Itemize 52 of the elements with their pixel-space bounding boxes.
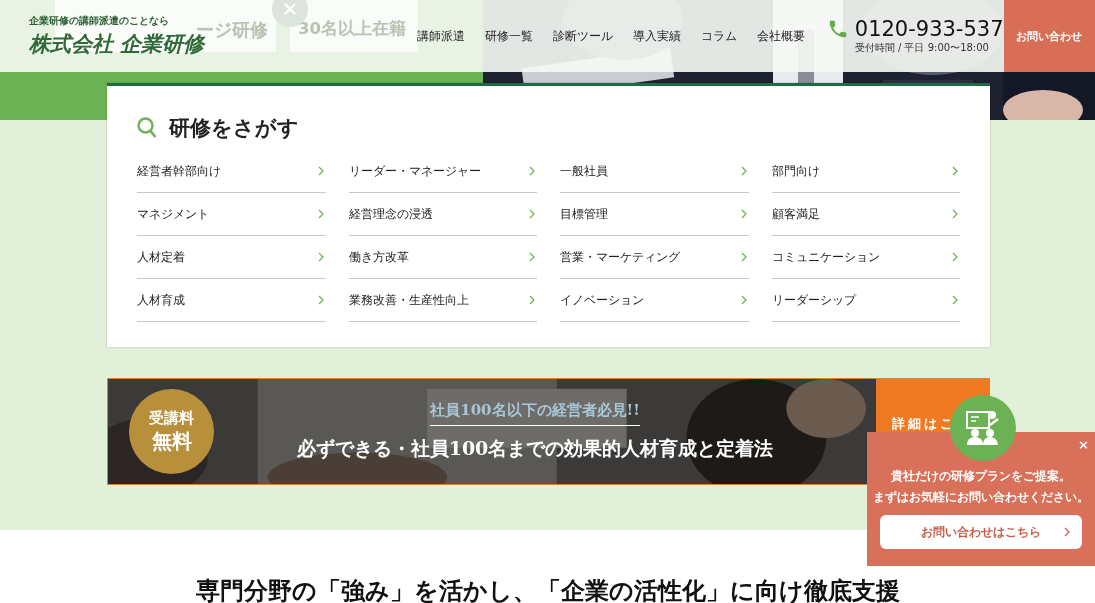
category-link[interactable]: 営業・マーケティング	[560, 236, 749, 279]
presentation-icon	[950, 395, 1016, 461]
chevron-icon	[952, 252, 958, 262]
chevron-icon	[317, 252, 324, 262]
popup-message: まずはお気軽にお問い合わせください。	[873, 489, 1089, 506]
chevron-icon	[529, 252, 535, 262]
chevron-icon	[740, 209, 747, 219]
chevron-icon	[952, 295, 958, 305]
chevron-icon	[529, 209, 535, 219]
banner-subtitle: 社員100名以下の経営者必見!!	[430, 401, 640, 426]
nav-link[interactable]: 診断ツール	[552, 28, 613, 44]
category-link[interactable]: マネジメント	[137, 193, 326, 236]
nav-link[interactable]: 講師派遣	[416, 28, 465, 44]
business-hours: 受付時間 / 平日 9:00〜18:00	[854, 41, 989, 55]
category-link[interactable]: 人材育成	[137, 279, 326, 322]
banner-title: 必ずできる・社員100名までの効果的人材育成と定着法	[296, 436, 774, 461]
chevron-icon	[1064, 527, 1070, 537]
nav-link[interactable]: 会社概要	[756, 28, 805, 44]
category-link[interactable]: リーダーシップ	[771, 279, 960, 322]
nav-link[interactable]: コラム	[700, 28, 737, 44]
category-link[interactable]: 目標管理	[560, 193, 749, 236]
category-link[interactable]: 業務改善・生産性向上	[348, 279, 537, 322]
category-link[interactable]: 経営理念の浸透	[348, 193, 537, 236]
category-link[interactable]: イノベーション	[560, 279, 749, 322]
chevron-icon	[529, 295, 535, 305]
category-link[interactable]: 経営者幹部向け	[137, 150, 326, 193]
category-link[interactable]: コミュニケーション	[771, 236, 960, 279]
section-heading: 専門分野の「強み」を活かし、「企業の活性化」に向け徹底支援	[195, 576, 900, 603]
popup-message: 貴社だけの研修プランをご提案。	[890, 468, 1072, 485]
nav-link[interactable]: 研修一覧	[484, 28, 533, 44]
chevron-icon	[952, 209, 958, 219]
tagline: 企業研修の講師派遣のことなら	[29, 14, 169, 28]
category-link[interactable]: 人材定着	[137, 236, 326, 279]
category-link[interactable]: リーダー・マネージャー	[348, 150, 537, 193]
chevron-icon	[740, 166, 747, 176]
search-icon	[137, 117, 157, 139]
section-title: 研修をさがす	[169, 115, 299, 142]
contact-button[interactable]: お問い合わせはこちら	[880, 515, 1082, 549]
chevron-icon	[317, 166, 324, 176]
hero-badge: 30名以上在籍	[290, 0, 418, 52]
phone-number: 0120-933-537	[854, 17, 1004, 41]
chevron-icon	[317, 209, 324, 219]
category-link[interactable]: 一般社員	[560, 150, 749, 193]
chevron-icon	[740, 252, 747, 262]
chevron-icon	[529, 166, 535, 176]
chevron-icon	[740, 295, 747, 305]
chevron-icon	[317, 295, 324, 305]
chevron-icon	[952, 166, 958, 176]
nav-link[interactable]: 導入実績	[632, 28, 681, 44]
category-link[interactable]: 顧客満足	[771, 193, 960, 236]
category-link[interactable]: 部門向け	[771, 150, 960, 193]
category-link[interactable]: 働き方改革	[348, 236, 537, 279]
